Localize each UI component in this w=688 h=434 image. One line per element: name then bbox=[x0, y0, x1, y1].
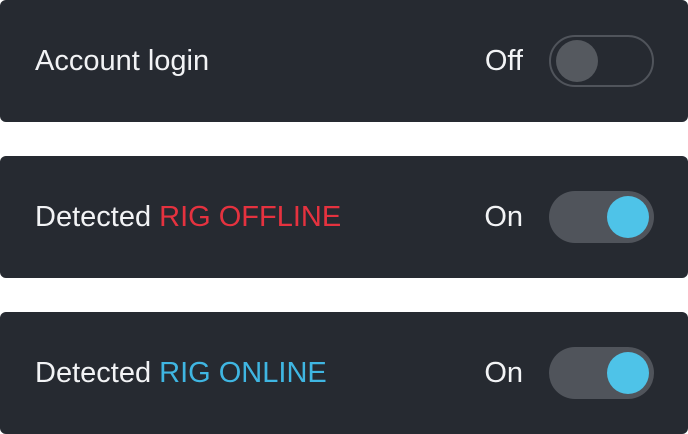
setting-label: Detected RIG OFFLINE bbox=[35, 156, 341, 278]
setting-state-text: On bbox=[484, 357, 523, 389]
toggle-knob bbox=[607, 196, 649, 238]
setting-label: Detected RIG ONLINE bbox=[35, 312, 327, 434]
setting-row-rig-online: Detected RIG ONLINE On bbox=[0, 312, 688, 434]
setting-label-text: Detected bbox=[35, 357, 152, 389]
setting-label-highlight: RIG ONLINE bbox=[159, 357, 327, 389]
rig-offline-toggle[interactable] bbox=[549, 191, 654, 243]
rig-online-toggle[interactable] bbox=[549, 347, 654, 399]
toggle-knob bbox=[556, 40, 598, 82]
setting-label-text: Detected bbox=[35, 201, 152, 233]
setting-label-text: Account login bbox=[35, 45, 210, 77]
setting-state-text: Off bbox=[484, 45, 523, 77]
setting-row-rig-offline: Detected RIG OFFLINE On bbox=[0, 156, 688, 278]
toggle-knob bbox=[607, 352, 649, 394]
account-login-toggle[interactable] bbox=[549, 35, 654, 87]
setting-label: Account login bbox=[35, 0, 209, 122]
setting-row-account-login: Account login Off bbox=[0, 0, 688, 122]
setting-state-text: On bbox=[484, 201, 523, 233]
setting-label-highlight: RIG OFFLINE bbox=[159, 201, 342, 233]
